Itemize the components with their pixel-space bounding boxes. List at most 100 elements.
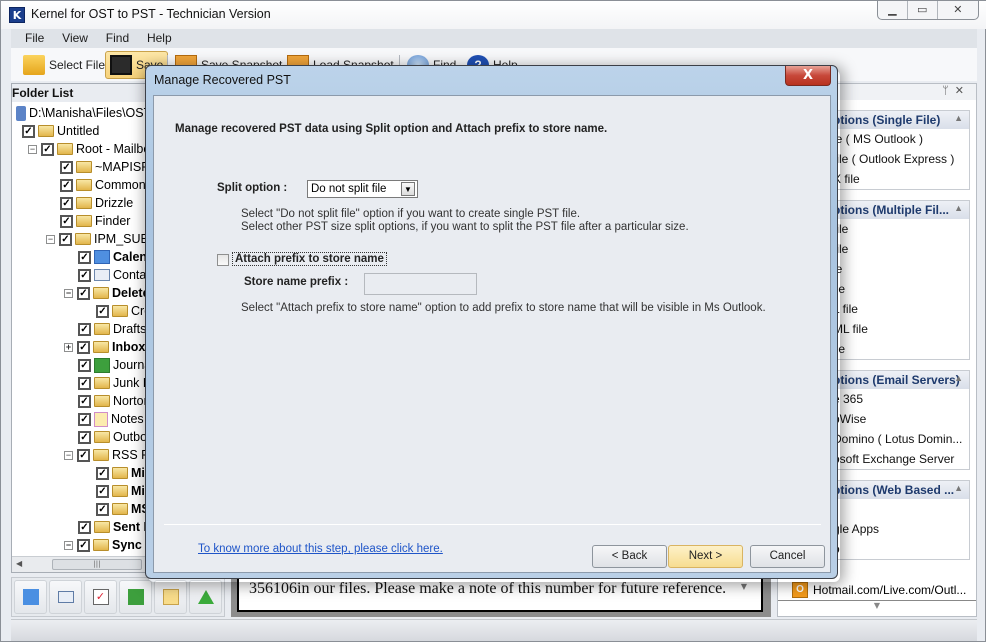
nav-tasks-button[interactable]: ✓ (84, 580, 117, 614)
folder-icon (76, 197, 92, 209)
pane-close-icon[interactable]: ✕ (955, 84, 970, 97)
tree-item-checkbox[interactable]: ✓ (78, 250, 91, 264)
tree-item-checkbox[interactable]: ✓ (60, 196, 73, 210)
dialog-close-button[interactable]: X (785, 66, 831, 86)
tree-item-checkbox[interactable]: ✓ (78, 358, 91, 372)
tree-item[interactable]: ✓Mic (96, 482, 148, 500)
tree-item-checkbox[interactable]: ✓ (96, 502, 109, 516)
folder-icon (57, 143, 73, 155)
help-link[interactable]: To know more about this step, please cli… (198, 543, 443, 555)
maximize-button[interactable]: ▭ (908, 1, 938, 19)
tree-root-path[interactable]: D:\Manisha\Files\OST (16, 104, 148, 122)
pin-icon[interactable]: ᛘ (942, 84, 955, 97)
tree-item[interactable]: −✓ RSS Feeds (64, 446, 148, 464)
tree-item[interactable]: − ✓ Root - Mailbox (28, 140, 148, 158)
tree-item[interactable]: ✓ Drizzle (60, 194, 133, 212)
back-button[interactable]: < Back (592, 545, 667, 568)
collapse-caret-icon[interactable]: ▲ (954, 373, 963, 383)
scroll-down-button[interactable]: ▼ (778, 600, 976, 614)
tree-item[interactable]: ✓ Outbox (78, 428, 148, 446)
collapse-icon[interactable]: − (64, 450, 73, 460)
tree-item-checkbox[interactable]: ✓ (96, 484, 109, 498)
tree-item[interactable]: ✓ Drafts (78, 320, 146, 338)
cancel-button[interactable]: Cancel (750, 545, 825, 568)
tree-item[interactable]: ✓ MS (96, 500, 148, 518)
nav-contacts-button[interactable] (49, 580, 82, 614)
collapse-icon[interactable]: − (64, 288, 73, 298)
tree-item-checkbox[interactable]: ✓ (60, 214, 73, 228)
collapse-caret-icon[interactable]: ▲ (954, 203, 963, 213)
horizontal-scrollbar[interactable]: ◀ ||| (12, 556, 148, 572)
tree-item[interactable]: ✓ Journal (78, 356, 148, 374)
attach-prefix-checkbox[interactable] (217, 254, 229, 266)
collapse-caret-icon[interactable]: ▲ (954, 113, 963, 123)
minimize-button[interactable]: ▁ (878, 1, 908, 19)
tree-item-checkbox[interactable]: ✓ (60, 160, 73, 174)
tree-item[interactable]: + ✓ Inbox (64, 338, 145, 356)
tree-item-label: Drafts (113, 322, 147, 336)
tree-item-checkbox[interactable]: ✓ (78, 520, 91, 534)
tree-item-checkbox[interactable]: ✓ (78, 394, 91, 408)
tree-item[interactable]: ✓ ~MAPISP(Internal) (60, 158, 148, 176)
tree-item[interactable]: ✓ Norton (78, 392, 148, 410)
folder-icon (93, 341, 109, 353)
tree-item[interactable]: ✓Created (96, 302, 148, 320)
menu-find[interactable]: Find (92, 29, 129, 45)
menu-view[interactable]: View (48, 29, 88, 45)
collapse-icon[interactable]: − (28, 144, 37, 154)
menu-file[interactable]: File (11, 29, 44, 45)
scroll-left-icon[interactable]: ◀ (16, 559, 22, 568)
nav-up-button[interactable] (189, 580, 222, 614)
close-button[interactable]: ✕ (938, 1, 978, 19)
attach-prefix-label[interactable]: Attach prefix to store name (232, 252, 387, 266)
tree-item[interactable]: ✓Mic (96, 464, 148, 482)
tree-item-checkbox[interactable]: ✓ (77, 538, 90, 552)
tree-item[interactable]: ✓ Notes (78, 410, 144, 428)
tree-item-checkbox[interactable]: ✓ (96, 304, 109, 318)
tree-item[interactable]: ✓ Calendar (78, 248, 148, 266)
scrollbar-thumb[interactable]: ||| (52, 559, 142, 570)
expand-icon[interactable]: + (64, 342, 73, 352)
nav-calendar-button[interactable] (14, 580, 47, 614)
tree-item-checkbox[interactable]: ✓ (77, 340, 90, 354)
nav-journal-button[interactable] (119, 580, 152, 614)
tree-item-checkbox[interactable]: ✓ (22, 124, 35, 138)
tree-item-checkbox[interactable]: ✓ (78, 268, 91, 282)
tree-item[interactable]: ✓ Contacts (78, 266, 148, 284)
tree-item-checkbox[interactable]: ✓ (78, 376, 91, 390)
option-label: Hotmail.com/Live.com/Outl... (813, 583, 967, 597)
dialog-body: Manage recovered PST data using Split op… (153, 95, 831, 573)
tree-item[interactable]: −✓ Deleted Items (64, 284, 148, 302)
tree-item-checkbox[interactable]: ✓ (77, 448, 90, 462)
tree-item-checkbox[interactable]: ✓ (78, 412, 91, 426)
split-option-select[interactable]: Do not split file ▼ (307, 180, 418, 198)
collapse-icon[interactable]: − (46, 234, 55, 244)
tree-item[interactable]: −✓ Sync Issues (64, 536, 148, 554)
message-scroll-down-icon[interactable]: ▼ (737, 582, 751, 596)
collapse-caret-icon[interactable]: ▲ (954, 483, 963, 493)
next-button[interactable]: Next > (668, 545, 743, 568)
tree-item[interactable]: −✓ IPM_SUBTREE (46, 230, 148, 248)
tree-item-checkbox[interactable]: ✓ (41, 142, 54, 156)
select-file-button[interactable]: Select File (19, 51, 109, 79)
option-hotmail[interactable]: O Hotmail.com/Live.com/Outl... (792, 582, 966, 598)
menu-help[interactable]: Help (133, 29, 172, 45)
tree-item-checkbox[interactable]: ✓ (78, 322, 91, 336)
tree-item-checkbox[interactable]: ✓ (96, 466, 109, 480)
tree-item-checkbox[interactable]: ✓ (59, 232, 72, 246)
nav-notes-button[interactable] (154, 580, 187, 614)
tree-item-checkbox[interactable]: ✓ (77, 286, 90, 300)
tree-item-label: RSS Feeds (112, 448, 148, 462)
tree-item[interactable]: ✓ Sent Items (78, 518, 148, 536)
tree-item-checkbox[interactable]: ✓ (60, 178, 73, 192)
tree-item[interactable]: ✓ Common Views (60, 176, 148, 194)
tree-item-checkbox[interactable]: ✓ (78, 430, 91, 444)
store-name-prefix-input[interactable] (364, 273, 477, 295)
chevron-down-icon[interactable]: ▼ (401, 182, 415, 196)
tree-item[interactable]: ✓ Finder (60, 212, 130, 230)
journal-icon (127, 589, 144, 605)
tree-item[interactable]: ✓ Untitled (22, 122, 99, 140)
window-title: Kernel for OST to PST - Technician Versi… (31, 7, 271, 21)
collapse-icon[interactable]: − (64, 540, 73, 550)
tree-item[interactable]: ✓ Junk E-mail (78, 374, 148, 392)
